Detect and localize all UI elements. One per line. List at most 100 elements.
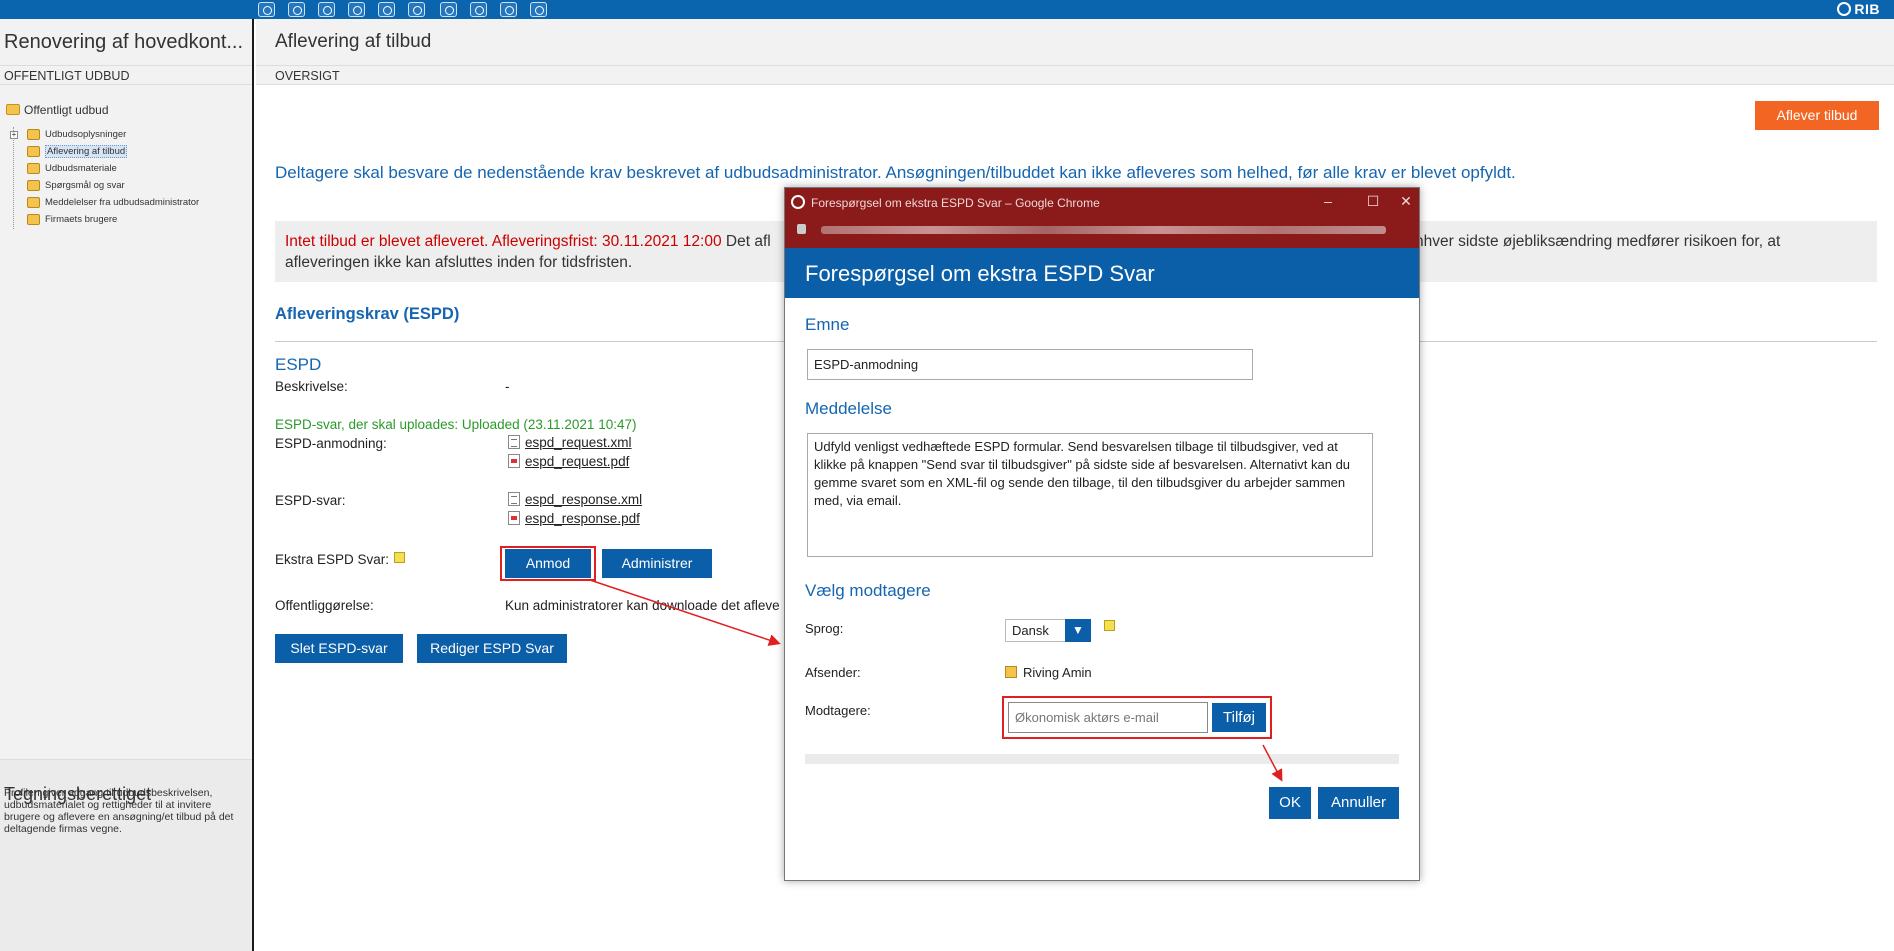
file-name: espd_response.xml	[525, 492, 643, 507]
folder-icon	[6, 104, 20, 115]
ok-button[interactable]: OK	[1269, 787, 1311, 819]
tree-root-label: Offentligt udbud	[24, 103, 109, 117]
file-link-response-pdf[interactable]: espd_response.pdf	[508, 511, 640, 526]
description-value: -	[505, 379, 510, 394]
publication-label: Offentliggørelse:	[275, 598, 374, 613]
expand-icon[interactable]: +	[10, 131, 18, 139]
sidebar-item-label: Spørgsmål og svar	[45, 180, 125, 191]
xml-file-icon	[508, 492, 520, 506]
sidebar-item-label: Udbudsmateriale	[45, 163, 117, 174]
settings-icon[interactable]	[378, 2, 395, 17]
administrer-button[interactable]: Administrer	[602, 549, 712, 578]
warning-text-start: Det afl	[725, 233, 771, 250]
gear-icon[interactable]	[408, 2, 425, 17]
sidebar-item-label: Meddelelser fra udbudsadministrator	[45, 197, 200, 208]
role-description: Profilen giver adgang til udbudsbeskrive…	[4, 787, 234, 835]
app-icon	[791, 195, 805, 209]
copy-icon[interactable]	[318, 2, 335, 17]
network-icon[interactable]	[348, 2, 365, 17]
dialog-header: Forespørgsel om ekstra ESPD Svar	[785, 248, 1419, 298]
language-select[interactable]: Dansk ▼	[1005, 619, 1091, 642]
list-icon[interactable]	[530, 2, 547, 17]
question-icon	[27, 180, 40, 191]
sidebar-item-label: Firmaets brugere	[45, 214, 118, 225]
recipient-email-input[interactable]	[1008, 702, 1208, 733]
add-recipient-button[interactable]: Tilføj	[1212, 703, 1266, 732]
dialog-title: Forespørgsel om ekstra ESPD Svar	[805, 261, 1155, 286]
anmod-button[interactable]: Anmod	[505, 549, 591, 578]
globe-icon	[27, 129, 40, 140]
info-text: Deltagere skal besvare de nedenstående k…	[275, 163, 1516, 182]
language-label: Sprog:	[805, 621, 844, 636]
xml-file-icon	[508, 435, 520, 449]
tree-root[interactable]: Offentligt udbud	[6, 103, 109, 117]
warning-deadline: Intet tilbud er blevet afleveret. Afleve…	[285, 233, 722, 250]
sidebar-item-label: Udbudsoplysninger	[45, 129, 127, 140]
file-link-request-xml[interactable]: espd_request.xml	[508, 435, 632, 450]
users-icon	[27, 214, 40, 225]
sidebar-item-meddelelser[interactable]: Meddelelser fra udbudsadministrator	[10, 195, 199, 212]
warning-text-end: nhver sidste øjebliksændring medfører ri…	[1415, 233, 1781, 250]
sender-value: Riving Amin	[1005, 665, 1092, 680]
brand-name: RIB	[1854, 1, 1880, 17]
file-name: espd_response.pdf	[525, 511, 640, 526]
sidebar-subtitle: OFFENTLIGT UDBUD	[0, 65, 252, 85]
sidebar-item-spoergsmaal[interactable]: Spørgsmål og svar	[10, 178, 199, 195]
lock-icon	[797, 224, 806, 234]
user-icon[interactable]	[258, 2, 275, 17]
note-icon[interactable]	[1104, 620, 1115, 631]
rib-logo-icon	[1837, 2, 1852, 16]
sidebar-item-udbudsoplysninger[interactable]: + Udbudsoplysninger	[10, 127, 199, 144]
folder-icon	[27, 163, 40, 174]
note-icon[interactable]	[394, 552, 406, 563]
extra-espd-label: Ekstra ESPD Svar:	[275, 552, 406, 567]
cancel-button[interactable]: Annuller	[1318, 787, 1399, 819]
section-heading: Afleveringskrav (ESPD)	[275, 305, 460, 323]
page-subtitle: OVERSIGT	[256, 65, 1894, 85]
response-label: ESPD-svar:	[275, 493, 346, 508]
deliver-offer-button[interactable]: Aflever tilbud	[1755, 101, 1879, 130]
file-link-request-pdf[interactable]: espd_request.pdf	[508, 454, 629, 469]
recipients-label: Modtagere:	[805, 703, 871, 718]
subject-input[interactable]	[807, 349, 1253, 380]
people-icon[interactable]	[440, 2, 457, 17]
request-label: ESPD-anmodning:	[275, 436, 387, 451]
upload-status: ESPD-svar, der skal uploades: Uploaded (…	[275, 417, 637, 432]
pdf-file-icon	[508, 511, 520, 525]
sidebar-item-udbudsmateriale[interactable]: Udbudsmateriale	[10, 161, 199, 178]
clock-icon[interactable]	[288, 2, 305, 17]
language-value: Dansk	[1012, 623, 1049, 638]
page-title: Aflevering af tilbud	[275, 31, 432, 52]
delete-espd-button[interactable]: Slet ESPD-svar	[275, 634, 403, 663]
sidebar-item-label: Aflevering af tilbud	[45, 145, 128, 158]
publication-value: Kun administratorer kan downloade det af…	[505, 598, 780, 613]
sidebar-item-brugere[interactable]: Firmaets brugere	[10, 212, 199, 229]
file-name: espd_request.pdf	[525, 454, 630, 469]
description-label: Beskrivelse:	[275, 379, 348, 394]
rib-logo: RIB	[1837, 1, 1880, 17]
main-header: Aflevering af tilbud OVERSIGT	[256, 19, 1894, 85]
address-bar[interactable]	[793, 220, 1411, 240]
edit-icon[interactable]	[500, 2, 517, 17]
person-icon	[1005, 666, 1017, 678]
edit-espd-button[interactable]: Rediger ESPD Svar	[417, 634, 567, 663]
documents-icon[interactable]	[470, 2, 487, 17]
recipients-heading: Vælg modtagere	[805, 581, 931, 600]
chevron-down-icon[interactable]: ▼	[1065, 619, 1091, 642]
window-title: Forespørgsel om ekstra ESPD Svar – Googl…	[811, 196, 1100, 210]
browser-titlebar: Forespørgsel om ekstra ESPD Svar – Googl…	[785, 188, 1419, 248]
blurred-url	[821, 226, 1386, 234]
minimize-button[interactable]: –	[1317, 192, 1339, 210]
folder-icon	[27, 146, 40, 157]
message-heading: Meddelelse	[805, 399, 892, 418]
pdf-file-icon	[508, 454, 520, 468]
file-name: espd_request.xml	[525, 435, 632, 450]
warning-text-line2: afleveringen ikke kan afsluttes inden fo…	[285, 254, 633, 271]
close-button[interactable]: ✕	[1395, 192, 1417, 210]
file-link-response-xml[interactable]: espd_response.xml	[508, 492, 642, 507]
sidebar-item-aflevering[interactable]: Aflevering af tilbud	[10, 144, 199, 161]
maximize-button[interactable]: ☐	[1362, 192, 1384, 210]
message-textarea[interactable]: Udfyld venligst vedhæftede ESPD formular…	[807, 433, 1373, 557]
request-dialog: Forespørgsel om ekstra ESPD Svar – Googl…	[784, 187, 1420, 881]
message-icon	[27, 197, 40, 208]
